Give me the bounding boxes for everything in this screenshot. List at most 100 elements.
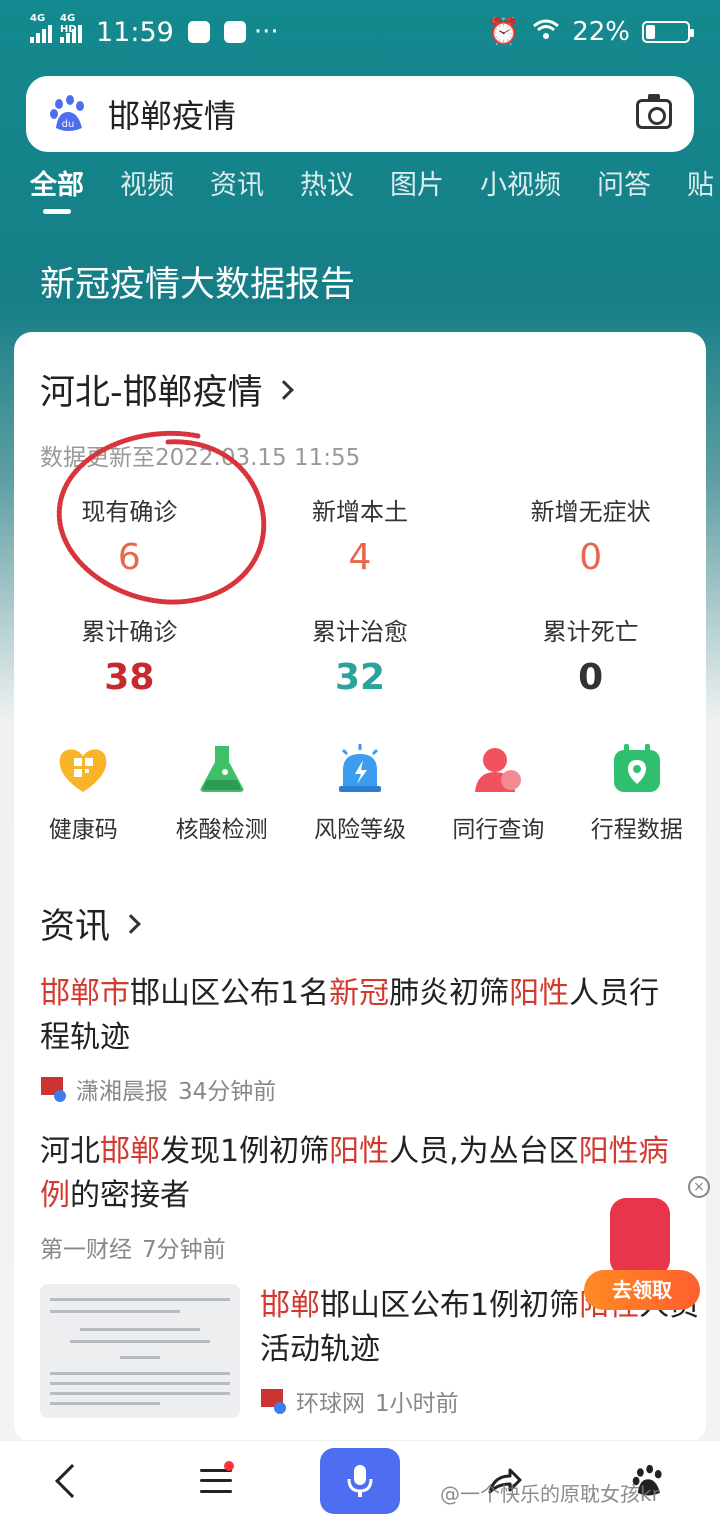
card-title: 河北-邯郸疫情	[40, 373, 263, 413]
tool-travel-companion[interactable]: 同行查询	[429, 742, 567, 844]
flask-icon	[200, 746, 244, 792]
stat-value: 0	[579, 537, 603, 578]
tool-itinerary[interactable]: 行程数据	[568, 742, 706, 844]
tab-news[interactable]: 资讯	[210, 164, 264, 214]
news-section-link[interactable]: 资讯	[40, 898, 141, 949]
battery-icon	[642, 21, 694, 43]
baidu-logo-icon: du	[48, 94, 88, 134]
tab-video[interactable]: 视频	[120, 164, 174, 214]
title-highlight: 阳性	[329, 1134, 390, 1169]
location-icon	[613, 744, 660, 792]
search-input[interactable]: 邯郸疫情	[108, 91, 236, 137]
source-logo-icon	[260, 1388, 286, 1414]
title-highlight: 邯郸	[260, 1288, 320, 1323]
title-text: 人员,为丛台区	[389, 1134, 579, 1169]
close-icon[interactable]: ×	[688, 1176, 710, 1198]
title-text: 邯山区公布1名	[130, 976, 330, 1011]
tool-label: 风险等级	[313, 817, 406, 843]
menu-icon	[200, 1468, 232, 1493]
title-highlight: 阳性	[509, 976, 570, 1011]
title-highlight: 邯郸市	[40, 976, 130, 1011]
stat-label: 现有确诊	[81, 498, 178, 526]
person-icon	[475, 748, 522, 792]
stat-label: 累计死亡	[542, 618, 639, 646]
claim-button[interactable]: 去领取	[584, 1270, 700, 1310]
tool-label: 同行查询	[452, 817, 545, 843]
stat-label: 新增无症状	[530, 498, 651, 526]
watermark: @一个快乐的原耽女孩kr	[440, 1482, 660, 1506]
tab-images[interactable]: 图片	[390, 164, 444, 214]
banner-title: 新冠疫情大数据报告	[40, 265, 356, 305]
card-title-link[interactable]: 河北-邯郸疫情	[40, 364, 294, 415]
alarm-icon	[338, 744, 381, 792]
wifi-icon	[532, 17, 560, 47]
stat-total-deaths: 累计死亡 0	[475, 612, 706, 698]
title-highlight: 邯郸	[100, 1134, 160, 1169]
tool-label: 行程数据	[590, 817, 683, 843]
stat-new-asymptomatic: 新增无症状 0	[475, 492, 706, 578]
tool-risk-level[interactable]: 风险等级	[291, 742, 429, 844]
stat-current-confirmed: 现有确诊 6	[14, 492, 245, 578]
news-title: 邯郸市邯山区公布1名新冠肺炎初筛阳性人员行程轨迹	[40, 972, 680, 1060]
search-box[interactable]: du 邯郸疫情	[26, 76, 694, 152]
title-text: 发现1例初筛	[160, 1134, 330, 1169]
title-text: 的密接者	[70, 1178, 190, 1213]
tool-health-code[interactable]: 健康码	[14, 742, 152, 844]
source-logo-icon	[40, 1076, 66, 1102]
alarm-icon: ⏰	[487, 17, 521, 47]
tool-nucleic-test[interactable]: 核酸检测	[152, 742, 290, 844]
news-source: 第一财经	[40, 1237, 132, 1263]
stats-grid: 现有确诊 6 新增本土 4 新增无症状 0 累计确诊 38 累计治愈 32 累计…	[14, 492, 706, 698]
news-item[interactable]: 邯郸市邯山区公布1名新冠肺炎初筛阳性人员行程轨迹 潇湘晨报 34分钟前	[40, 972, 680, 1106]
camera-icon[interactable]	[636, 94, 672, 129]
menu-button[interactable]	[176, 1451, 256, 1511]
tab-all[interactable]: 全部	[30, 164, 84, 214]
stat-total-confirmed: 累计确诊 38	[14, 612, 245, 698]
stat-label: 累计确诊	[81, 618, 178, 646]
news-section-title: 资讯	[40, 907, 111, 947]
news-time: 34分钟前	[178, 1079, 277, 1105]
title-text: 肺炎初筛	[389, 976, 510, 1011]
stat-value: 4	[348, 537, 372, 578]
status-bar: 4G 4G HD 11:59 ··· ⏰ 22%	[0, 0, 720, 64]
tab-discussion[interactable]: 热议	[300, 164, 354, 214]
clock: 11:59	[96, 16, 174, 48]
back-arrow-icon	[55, 1463, 89, 1498]
title-highlight: 新冠	[329, 976, 390, 1011]
stat-new-local: 新增本土 4	[245, 492, 476, 578]
news-time: 1小时前	[375, 1391, 459, 1417]
stat-value: 6	[117, 537, 141, 578]
signal-icon-2: 4G HD	[60, 13, 82, 43]
health-code-icon	[59, 749, 107, 792]
voice-search-button[interactable]	[320, 1447, 400, 1514]
microphone-icon	[320, 1447, 400, 1514]
tool-label: 健康码	[48, 817, 118, 843]
tab-tieba[interactable]: 贴	[687, 164, 714, 214]
news-source: 环球网	[296, 1391, 365, 1417]
tab-qa[interactable]: 问答	[597, 164, 651, 214]
stat-value: 32	[334, 657, 386, 698]
notification-dot	[224, 1460, 234, 1471]
chevron-right-icon	[273, 379, 294, 400]
news-meta: 潇湘晨报 34分钟前	[40, 1072, 680, 1106]
stat-label: 累计治愈	[311, 618, 408, 646]
news-thumbnail	[40, 1284, 240, 1418]
back-button[interactable]	[32, 1451, 112, 1511]
battery-percent: 22%	[572, 17, 630, 47]
title-text: 邯山区公布1例初筛	[320, 1288, 580, 1323]
signal-icon: 4G	[30, 13, 52, 43]
stat-label: 新增本土	[311, 498, 408, 526]
tool-label: 核酸检测	[175, 817, 268, 843]
promo-float[interactable]: × 去领取	[580, 1176, 710, 1316]
update-time: 数据更新至2022.03.15 11:55	[40, 445, 361, 471]
gift-icon	[610, 1198, 670, 1276]
news-meta: 环球网 1小时前	[260, 1384, 700, 1418]
message-notification-icon	[223, 21, 246, 43]
tab-short-video[interactable]: 小视频	[480, 164, 561, 214]
stat-value: 38	[104, 657, 155, 698]
baidu-logo-text: du	[62, 119, 75, 130]
news-time: 7分钟前	[142, 1237, 226, 1263]
news-source: 潇湘晨报	[76, 1079, 168, 1105]
more-notifications-icon: ···	[253, 17, 279, 47]
tools-row: 健康码 核酸检测 风险等级 同行查询 行程数据	[14, 742, 706, 844]
